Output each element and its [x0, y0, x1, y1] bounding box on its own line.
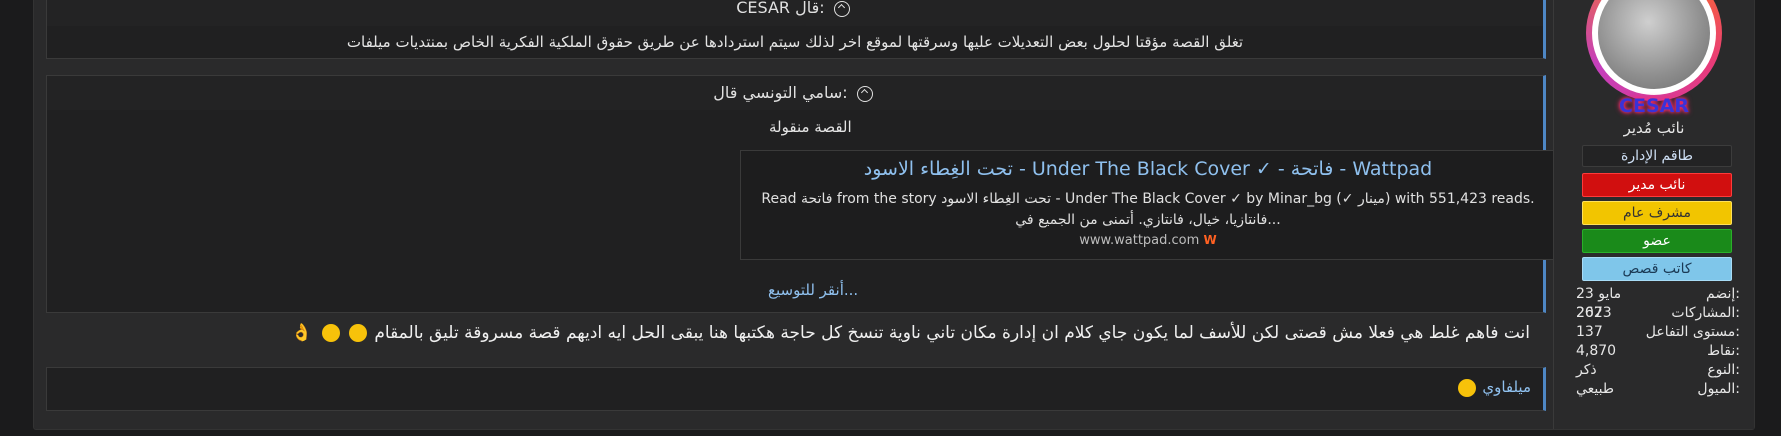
stat-joined: إنضم: 23 مايو 2023 [1576, 285, 1744, 321]
stat-reactions: مستوى التفاعل: 137 [1576, 323, 1744, 342]
post-container: CESAR قال: تغلق القصة مؤقتا لحلول بعض ال… [33, 0, 1755, 430]
stat-label: المشاركات: [1671, 305, 1740, 321]
expand-quote-link[interactable]: أنقر للتوسيع... [768, 281, 858, 299]
user-avatar[interactable] [1586, 0, 1722, 101]
badge-deputy-admin: نائب مدير [1582, 173, 1732, 197]
link-domain: www.wattpad.com W [741, 233, 1555, 248]
badge-general-moderator: مشرف عام [1582, 201, 1732, 225]
stat-value: 137 [1576, 324, 1603, 340]
ok-hand-icon: 👌 [290, 323, 313, 343]
laughing-emoji-icon [348, 324, 367, 342]
stat-gender: النوع: ذكر [1576, 361, 1744, 380]
stat-label: مستوى التفاعل: [1645, 324, 1740, 340]
link-description: Read فاتحة from the story تحت الغِطاء ال… [749, 189, 1547, 231]
stat-posts: المشاركات: 267 [1576, 304, 1744, 323]
post-main: CESAR قال: تغلق القصة مؤقتا لحلول بعض ال… [46, 0, 1557, 429]
username[interactable]: CESAR [1554, 95, 1754, 117]
quote-header[interactable]: سامي التونسي قال: [47, 76, 1543, 110]
stat-label: الميول: [1697, 381, 1740, 397]
user-sidebar: CESAR نائب مُدير طاقم الإدارة نائب مدير … [1553, 0, 1754, 429]
stat-value: 4,870 [1576, 343, 1617, 359]
quote-author: CESAR قال: [736, 0, 825, 17]
stat-points: نقاط: 4,870 [1576, 342, 1744, 361]
wattpad-icon: W [1203, 233, 1217, 247]
link-title[interactable]: تحت الغِطاء الاسود - Under The Black Cov… [741, 158, 1555, 180]
link-domain-text: www.wattpad.com [1079, 233, 1200, 248]
stat-value: ذكر [1576, 362, 1597, 378]
jump-to-quote-icon[interactable] [833, 0, 850, 17]
grinning-emoji-icon [321, 324, 340, 342]
quote-header[interactable]: CESAR قال: [47, 0, 1543, 26]
quote-text: تغلق القصة مؤقتا لحلول بعض التعديلات علي… [346, 33, 1244, 51]
signature-label[interactable]: ميلفاوي [1482, 378, 1531, 396]
post-body: انت فاهم غلط هي فعلا مش قصتى لكن للأسف ل… [289, 323, 1530, 343]
link-description-line-1: Read فاتحة from the story تحت الغِطاء ال… [761, 191, 1535, 207]
quote-author: سامي التونسي قال: [713, 83, 848, 102]
user-title: نائب مُدير [1623, 119, 1685, 137]
stat-label: النوع: [1707, 362, 1740, 378]
tongue-emoji-icon [1457, 378, 1476, 397]
signature: ميلفاوي [46, 367, 1546, 411]
link-description-line-2: فانتازيا، خيال، فانتازي. أتمنى من الجميع… [1015, 212, 1281, 228]
badge-staff: طاقم الإدارة [1582, 145, 1732, 167]
post-body-text: انت فاهم غلط هي فعلا مش قصتى لكن للأسف ل… [374, 323, 1530, 343]
stat-value: طبيعي [1576, 381, 1615, 397]
badge-member: عضو [1582, 229, 1732, 253]
user-stats: إنضم: 23 مايو 2023 المشاركات: 267 مستوى ال… [1576, 285, 1744, 399]
quote-cesar: CESAR قال: تغلق القصة مؤقتا لحلول بعض ال… [46, 0, 1546, 59]
stat-value: 267 [1576, 305, 1603, 321]
badge-story-writer: كاتب قصص [1582, 257, 1732, 281]
stat-label: إنضم: [1706, 286, 1740, 302]
link-preview-card[interactable]: تحت الغِطاء الاسود - Under The Black Cov… [740, 150, 1557, 260]
stat-label: نقاط: [1707, 343, 1740, 359]
jump-to-quote-icon[interactable] [856, 85, 873, 102]
stat-orientation: الميول: طبيعي [1576, 380, 1744, 399]
quote-text: القصة منقولة [769, 118, 852, 136]
signature-text: ميلفاوي [1456, 378, 1531, 397]
